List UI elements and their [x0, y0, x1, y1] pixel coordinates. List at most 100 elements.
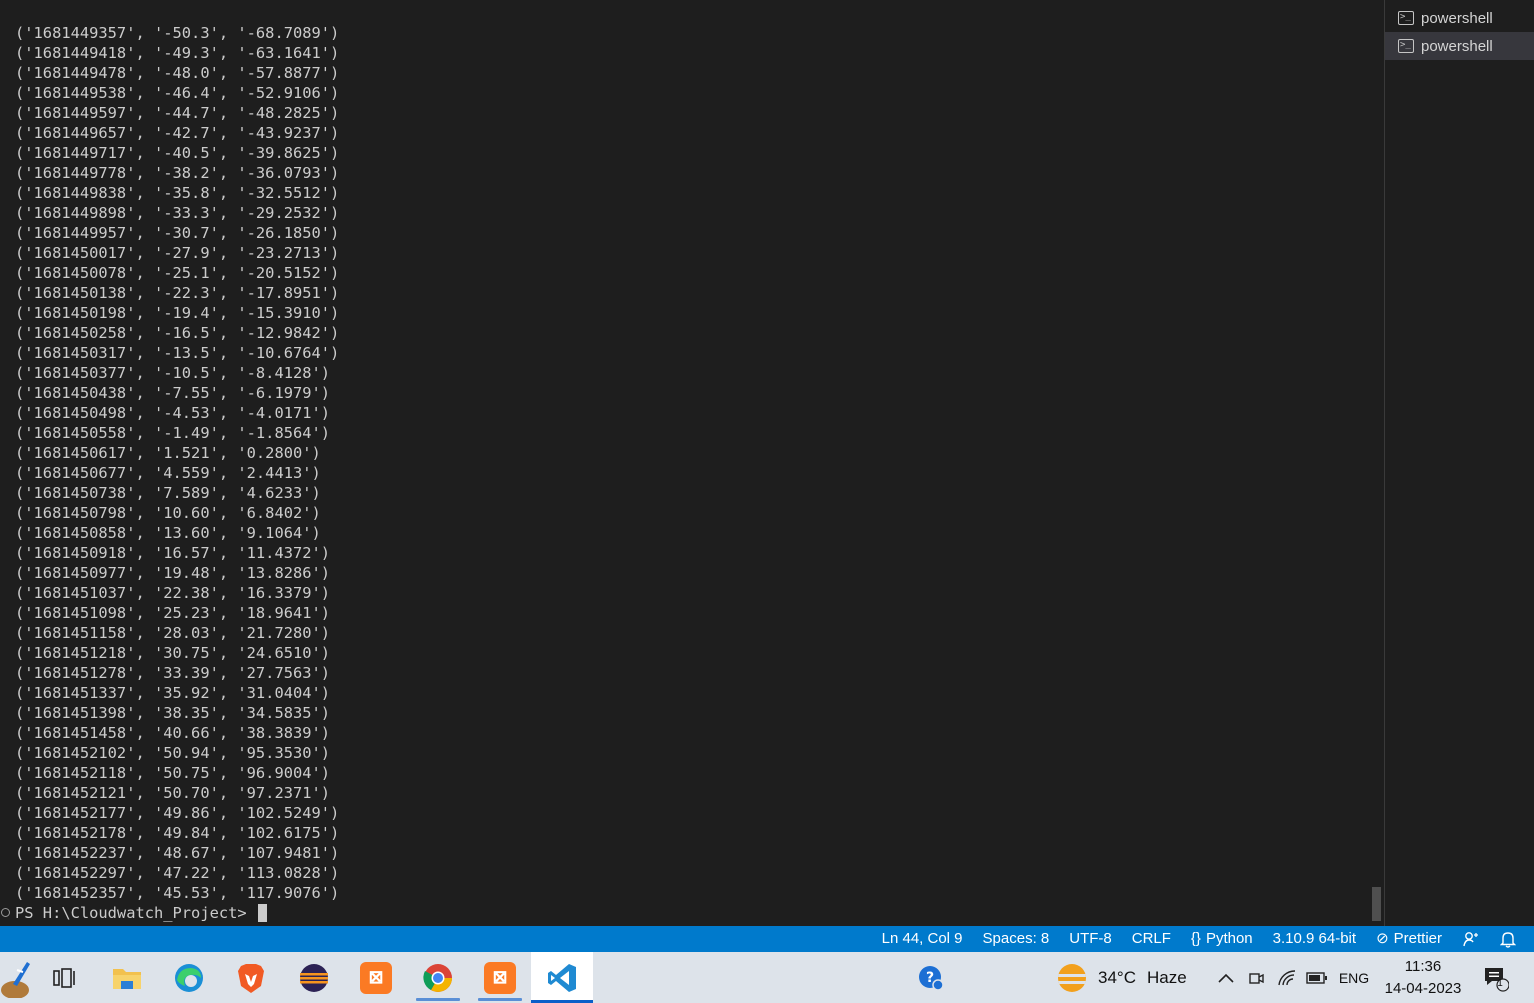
windows-taskbar: ⊠ ⊠ ? 34°C Haze ENG 11:36 14-04-2023 1	[0, 952, 1534, 1003]
terminal-output-line: ('1681450258', '-16.5', '-12.9842')	[15, 324, 340, 342]
terminal-output-line: ('1681450558', '-1.49', '-1.8564')	[15, 424, 331, 442]
terminal-panel[interactable]: ('1681449357', '-50.3', '-68.7089') ('168…	[0, 0, 1384, 926]
terminal-cursor	[257, 903, 267, 922]
terminal-output-line: ('1681451218', '30.75', '24.6510')	[15, 644, 331, 662]
task-view-icon	[53, 967, 75, 988]
terminal-output-line: ('1681449657', '-42.7', '-43.9237')	[15, 124, 340, 142]
taskbar-vscode[interactable]	[531, 952, 593, 1003]
status-language-label: Python	[1205, 930, 1253, 947]
weather-widget[interactable]: 34°C Haze	[1058, 952, 1187, 1003]
terminal-output-line: ('1681449597', '-44.7', '-48.2825')	[15, 104, 340, 122]
paint-brush-icon	[1, 961, 30, 998]
feedback-icon[interactable]	[1452, 931, 1490, 947]
terminal-output-line: ('1681450138', '-22.3', '-17.8951')	[15, 284, 340, 302]
terminal-tab-2[interactable]: >_ powershell	[1385, 32, 1534, 60]
terminal-output-line: ('1681450617', '1.521', '0.2800')	[15, 444, 321, 462]
terminal-prompt: PS H:\Cloudwatch_Project>	[15, 904, 256, 922]
status-language[interactable]: {} Python	[1181, 926, 1263, 952]
terminal-output-line: ('1681449717', '-40.5', '-39.8625')	[15, 144, 340, 162]
terminal-output-line: ('1681451458', '40.66', '38.3839')	[15, 724, 331, 742]
folder-icon	[113, 968, 141, 989]
status-interpreter[interactable]: 3.10.9 64-bit	[1263, 926, 1366, 952]
help-icon[interactable]: ?	[914, 952, 948, 1003]
eclipse-icon	[300, 963, 328, 992]
terminal-output-line: ('1681450858', '13.60', '9.1064')	[15, 524, 321, 542]
status-prettier-label: Prettier	[1393, 930, 1442, 947]
terminal-output-line: ('1681452237', '48.67', '107.9481')	[15, 844, 340, 862]
battery-icon[interactable]	[1304, 952, 1330, 1003]
terminal-icon: >_	[1398, 11, 1414, 25]
terminal-output-line: ('1681451158', '28.03', '21.7280')	[15, 624, 331, 642]
taskbar-edge-browser[interactable]	[158, 952, 220, 1003]
weather-temperature: 34°C	[1098, 967, 1136, 987]
status-line-ending[interactable]: CRLF	[1122, 926, 1181, 952]
brave-lion-icon	[238, 963, 264, 993]
status-prettier[interactable]: ⊘ Prettier	[1366, 926, 1452, 952]
terminal-output-line: ('1681449898', '-33.3', '-29.2532')	[15, 204, 340, 222]
terminal-output-line: ('1681450798', '10.60', '6.8402')	[15, 504, 321, 522]
terminal-scrollbar[interactable]	[1370, 0, 1384, 926]
taskbar-xampp-control-2[interactable]: ⊠	[469, 952, 531, 1003]
terminal-output-line: ('1681450017', '-27.9', '-23.2713')	[15, 244, 340, 262]
wifi-icon[interactable]	[1274, 952, 1300, 1003]
terminal-output-line: ('1681451337', '35.92', '31.0404')	[15, 684, 331, 702]
terminal-tab-label: powershell	[1421, 37, 1493, 55]
terminal-output-line: ('1681452121', '50.70', '97.2371')	[15, 784, 331, 802]
taskbar-eclipse-ide[interactable]	[283, 952, 345, 1003]
terminal-output-line: ('1681451037', '22.38', '16.3379')	[15, 584, 331, 602]
terminal-output-line: ('1681450677', '4.559', '2.4413')	[15, 464, 321, 482]
terminal-output-line: ('1681450377', '-10.5', '-8.4128')	[15, 364, 331, 382]
notifications-bell-icon[interactable]	[1490, 931, 1526, 948]
braces-icon: {}	[1190, 930, 1201, 947]
taskbar-xampp-control[interactable]: ⊠	[345, 952, 407, 1003]
terminal-output-line: ('1681450438', '-7.55', '-6.1979')	[15, 384, 331, 402]
xampp-icon: ⊠	[360, 961, 392, 994]
terminal-output-line: ('1681451398', '38.35', '34.5835')	[15, 704, 331, 722]
terminal-output-line: ('1681451278', '33.39', '27.7563')	[15, 664, 331, 682]
haze-weather-icon	[1058, 963, 1086, 992]
notification-center[interactable]: 1	[1478, 952, 1512, 1003]
terminal-output-line: ('1681450918', '16.57', '11.4372')	[15, 544, 331, 562]
status-encoding[interactable]: UTF-8	[1059, 926, 1122, 952]
terminal-output: ('1681449357', '-50.3', '-68.7089') ('168…	[15, 23, 339, 903]
status-bar: Ln 44, Col 9 Spaces: 8 UTF-8 CRLF {} Pyt…	[0, 926, 1534, 952]
terminal-output-line: ('1681452102', '50.94', '95.3530')	[15, 744, 331, 762]
terminal-output-line: ('1681450977', '19.48', '13.8286')	[15, 564, 331, 582]
terminal-scrollbar-thumb[interactable]	[1372, 887, 1381, 921]
terminal-output-line: ('1681449957', '-30.7', '-26.1850')	[15, 224, 340, 242]
terminal-output-line: ('1681450317', '-13.5', '-10.6764')	[15, 344, 340, 362]
terminal-output-line: ('1681452118', '50.75', '96.9004')	[15, 764, 331, 782]
terminal-output-line: ('1681452357', '45.53', '117.9076')	[15, 884, 340, 902]
taskbar-file-explorer[interactable]	[96, 952, 158, 1003]
status-cursor-position[interactable]: Ln 44, Col 9	[872, 926, 973, 952]
input-language[interactable]: ENG	[1334, 952, 1374, 1003]
terminal-output-line: ('1681451098', '25.23', '18.9641')	[15, 604, 331, 622]
chrome-icon	[423, 963, 452, 992]
terminal-output-line: ('1681449778', '-38.2', '-36.0793')	[15, 164, 340, 182]
terminal-tab-1[interactable]: >_ powershell	[1385, 4, 1534, 32]
status-indentation[interactable]: Spaces: 8	[973, 926, 1060, 952]
terminal-output-line: ('1681449838', '-35.8', '-32.5512')	[15, 184, 340, 202]
terminal-output-line: ('1681450198', '-19.4', '-15.3910')	[15, 304, 340, 322]
taskbar-task-view[interactable]	[33, 952, 95, 1003]
clock[interactable]: 11:36 14-04-2023	[1380, 956, 1466, 1000]
terminal-output-line: ('1681450738', '7.589', '4.6233')	[15, 484, 321, 502]
weather-condition: Haze	[1146, 967, 1187, 987]
command-decoration-icon[interactable]	[1, 908, 10, 917]
vscode-icon	[548, 963, 576, 992]
meet-now-icon[interactable]	[1244, 952, 1268, 1003]
taskbar-brave-browser[interactable]	[220, 952, 282, 1003]
terminal-output-line: ('1681452178', '49.84', '102.6175')	[15, 824, 340, 842]
terminal-output-line: ('1681450498', '-4.53', '-4.0171')	[15, 404, 331, 422]
prettier-disabled-icon: ⊘	[1376, 930, 1389, 947]
taskbar-chrome-browser[interactable]	[407, 952, 469, 1003]
terminal-tab-label: powershell	[1421, 9, 1493, 27]
show-hidden-icons-chevron-icon[interactable]	[1214, 952, 1238, 1003]
terminal-output-line: ('1681449357', '-50.3', '-68.7089')	[15, 24, 340, 42]
terminal-output-line: ('1681449478', '-48.0', '-57.8877')	[15, 64, 340, 82]
terminal-icon: >_	[1398, 39, 1414, 53]
notification-count-badge: 1	[1497, 978, 1503, 989]
terminal-prompt-row[interactable]: PS H:\Cloudwatch_Project>	[0, 903, 267, 923]
xampp-icon: ⊠	[484, 961, 516, 994]
terminal-output-line: ('1681450078', '-25.1', '-20.5152')	[15, 264, 340, 282]
